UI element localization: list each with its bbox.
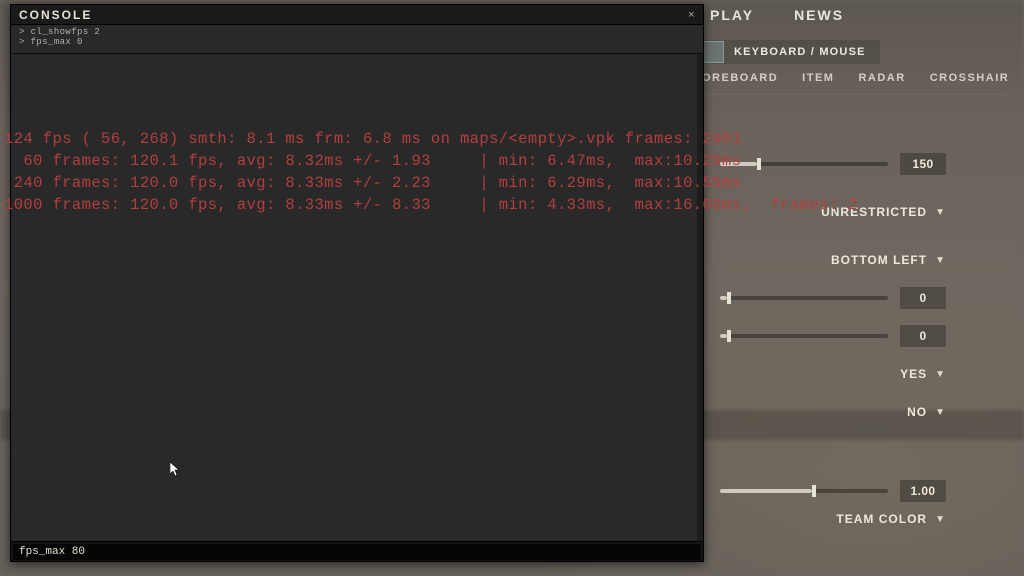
dropdown-netgraph-pos[interactable]: BOTTOM LEFT ▼: [831, 253, 946, 267]
chevron-down-icon: ▼: [935, 369, 946, 380]
row-big-slider: 1.00: [720, 480, 946, 502]
dropdown-toggle-b[interactable]: NO ▼: [907, 405, 946, 419]
console-input-row: [11, 541, 703, 561]
chevron-down-icon: ▼: [935, 514, 946, 525]
max-fps-value[interactable]: 150: [900, 153, 946, 175]
row-toggle-a: YES ▼: [720, 362, 946, 386]
settings-subtabs: OREBOARD ITEM RADAR CROSSHAIR: [702, 72, 1004, 95]
slider-a-value[interactable]: 0: [900, 287, 946, 309]
dropdown-toggle-b-label: NO: [907, 405, 927, 419]
console-header: CONSOLE ×: [11, 5, 703, 25]
tab-keyboard-mouse[interactable]: KEYBOARD / MOUSE: [702, 40, 880, 64]
subtab-scoreboard[interactable]: OREBOARD: [702, 72, 778, 84]
keyboard-tab-icon: [702, 41, 724, 63]
console-panel: CONSOLE × cl_showfps 2 fps_max 0: [10, 4, 704, 562]
scrollbar[interactable]: [697, 54, 703, 541]
history-line: cl_showfps 2: [19, 27, 695, 37]
dropdown-fps-limit[interactable]: UNRESTRICTED ▼: [821, 205, 946, 219]
slider-b[interactable]: [720, 334, 888, 338]
chevron-down-icon: ▼: [935, 207, 946, 218]
console-body[interactable]: [11, 54, 703, 541]
dropdown-toggle-a-label: YES: [900, 367, 927, 381]
slider-max-fps[interactable]: [720, 162, 888, 166]
settings-panel: 150 UNRESTRICTED ▼ BOTTOM LEFT ▼ 0 0 YES…: [720, 146, 946, 424]
dropdown-fps-limit-label: UNRESTRICTED: [821, 205, 927, 219]
slider-a[interactable]: [720, 296, 888, 300]
dropdown-toggle-a[interactable]: YES ▼: [900, 367, 946, 381]
close-icon[interactable]: ×: [688, 9, 695, 21]
slider-big[interactable]: [720, 489, 888, 493]
row-team-color: TEAM COLOR ▼: [720, 512, 946, 526]
tab-keyboard-mouse-label: KEYBOARD / MOUSE: [734, 46, 880, 58]
dropdown-team-color-label: TEAM COLOR: [836, 512, 927, 526]
row-slider-a: 0: [720, 286, 946, 310]
console-history: cl_showfps 2 fps_max 0: [11, 25, 703, 54]
nav-news[interactable]: NEWS: [794, 7, 844, 23]
slider-big-value[interactable]: 1.00: [900, 480, 946, 502]
slider-b-value[interactable]: 0: [900, 325, 946, 347]
chevron-down-icon: ▼: [935, 407, 946, 418]
dropdown-team-color[interactable]: TEAM COLOR ▼: [836, 512, 946, 526]
row-netgraph-pos: BOTTOM LEFT ▼: [720, 248, 946, 272]
top-nav: PLAY NEWS: [700, 0, 1024, 30]
row-toggle-b: NO ▼: [720, 400, 946, 424]
row-fps-limit-mode: UNRESTRICTED ▼: [720, 200, 946, 224]
console-title: CONSOLE: [19, 8, 92, 22]
subtab-item[interactable]: ITEM: [802, 72, 834, 84]
row-max-fps: 150: [720, 152, 946, 176]
subtab-radar[interactable]: RADAR: [858, 72, 905, 84]
chevron-down-icon: ▼: [935, 255, 946, 266]
dropdown-netgraph-pos-label: BOTTOM LEFT: [831, 253, 927, 267]
history-line: fps_max 0: [19, 37, 695, 47]
row-slider-b: 0: [720, 324, 946, 348]
nav-play[interactable]: PLAY: [710, 7, 754, 23]
subtab-crosshair[interactable]: CROSSHAIR: [930, 72, 1010, 84]
console-input[interactable]: [13, 544, 701, 560]
